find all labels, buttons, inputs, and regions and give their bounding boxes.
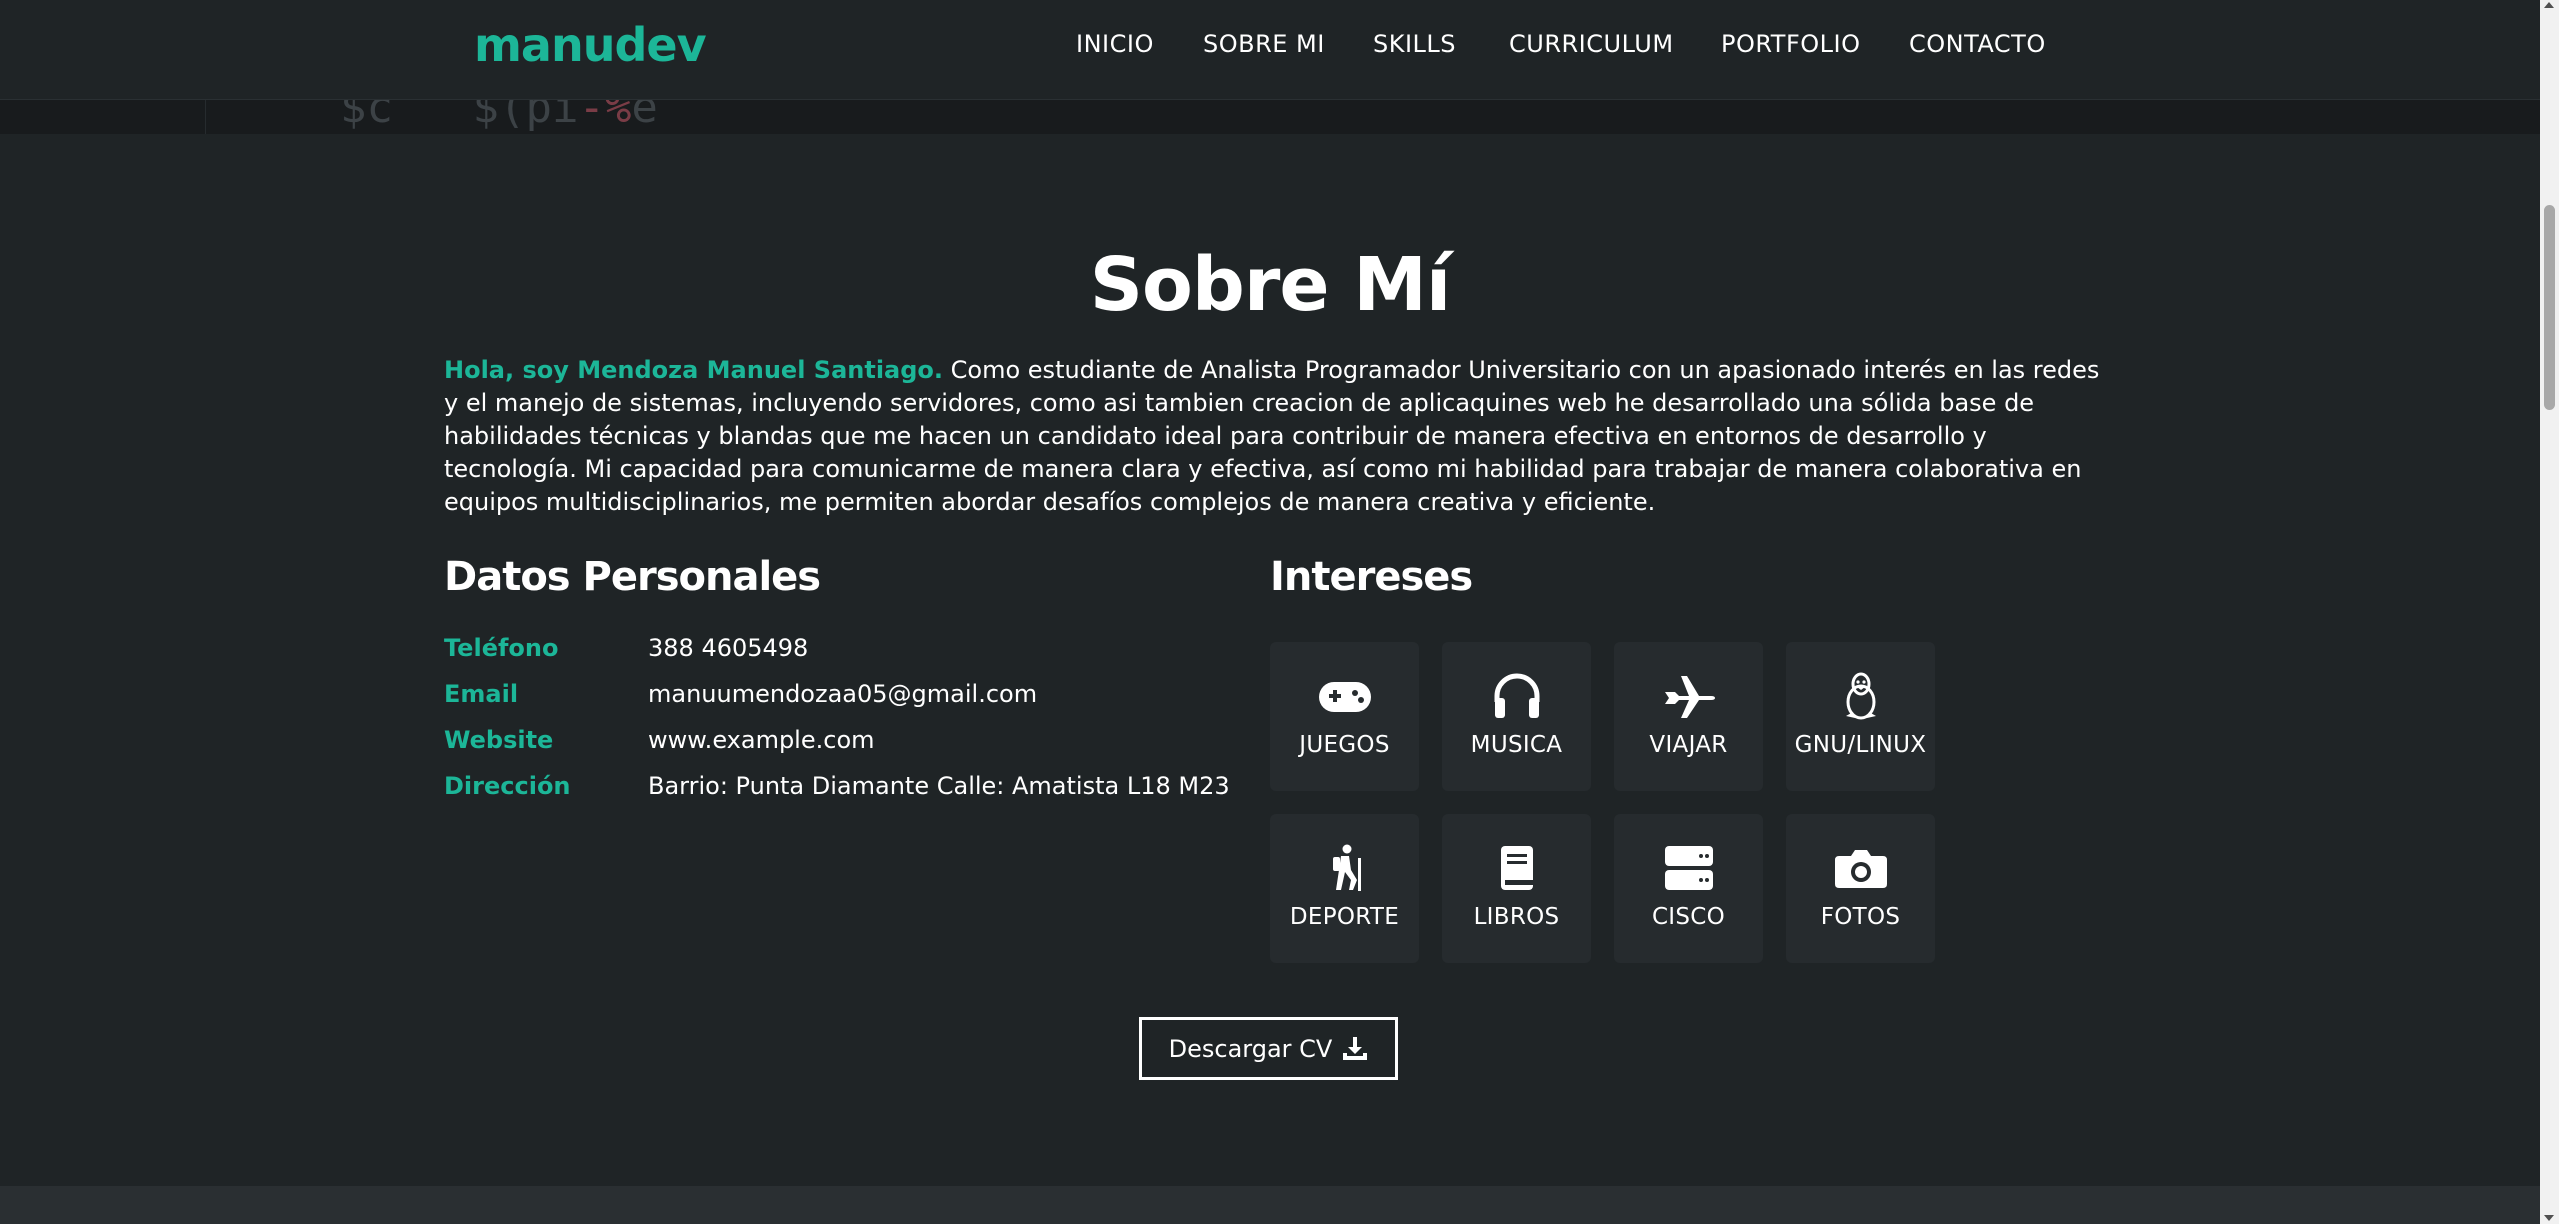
interest-label: DEPORTE xyxy=(1289,904,1400,930)
book-icon xyxy=(1500,846,1533,890)
hiking-icon xyxy=(1332,844,1361,891)
datos-personales-title: Datos Personales xyxy=(444,554,821,600)
data-key: Dirección xyxy=(444,772,571,800)
divider xyxy=(205,100,206,134)
nav-skills[interactable]: SKILLS xyxy=(1373,30,1456,58)
interest-viajar[interactable]: VIAJAR xyxy=(1614,642,1763,791)
nav-curriculum[interactable]: CURRICULUM xyxy=(1509,30,1674,58)
data-key: Email xyxy=(444,680,519,708)
nav-contacto[interactable]: CONTACTO xyxy=(1909,30,2046,58)
hero-code-text: $c $(pi-%e xyxy=(340,100,658,133)
interest-label: CISCO xyxy=(1651,904,1726,930)
camera-icon xyxy=(1834,850,1887,888)
interest-musica[interactable]: MUSICA xyxy=(1442,642,1591,791)
nav-inicio[interactable]: INICIO xyxy=(1076,30,1154,58)
scroll-up-arrow-icon[interactable] xyxy=(2544,2,2554,8)
logo[interactable]: manudev xyxy=(474,18,707,72)
next-section-band xyxy=(0,1186,2540,1224)
page-scrollbar[interactable] xyxy=(2540,0,2559,1224)
download-cv-button[interactable]: Descargar CV xyxy=(1139,1017,1398,1080)
interest-cisco[interactable]: CISCO xyxy=(1614,814,1763,963)
interest-gnu-linux[interactable]: GNU/LINUX xyxy=(1786,642,1935,791)
intereses-title: Intereses xyxy=(1270,554,1473,600)
scroll-down-arrow-icon[interactable] xyxy=(2544,1215,2554,1221)
nav-sobre-mi[interactable]: SOBRE MI xyxy=(1203,30,1325,58)
interest-label: LIBROS xyxy=(1473,904,1560,930)
plane-icon xyxy=(1664,676,1715,718)
data-key: Teléfono xyxy=(444,634,559,662)
headphones-icon xyxy=(1494,673,1539,718)
site-header: manudev INICIO SOBRE MI SKILLS CURRICULU… xyxy=(0,0,2540,100)
interest-label: FOTOS xyxy=(1820,904,1901,930)
data-value: Barrio: Punta Diamante Calle: Amatista L… xyxy=(648,772,1230,800)
gamepad-icon xyxy=(1318,682,1371,712)
interest-label: MUSICA xyxy=(1470,732,1563,758)
interest-deporte[interactable]: DEPORTE xyxy=(1270,814,1419,963)
nav-portfolio[interactable]: PORTFOLIO xyxy=(1721,30,1861,58)
about-section: Sobre Mí Hola, soy Mendoza Manuel Santia… xyxy=(0,134,2540,1186)
interest-label: VIAJAR xyxy=(1649,732,1728,758)
server-icon xyxy=(1664,846,1713,890)
linux-icon xyxy=(1845,672,1876,720)
interest-label: JUEGOS xyxy=(1299,732,1390,758)
download-cv-label: Descargar CV xyxy=(1168,1034,1333,1063)
intro-highlight: Hola, soy Mendoza Manuel Santiago. xyxy=(444,356,944,384)
data-value: www.example.com xyxy=(648,726,875,754)
hero-background-strip: $c $(pi-%e xyxy=(0,100,2540,134)
section-title: Sobre Mí xyxy=(1089,242,1452,328)
download-icon xyxy=(1343,1036,1368,1060)
intro-paragraph: Hola, soy Mendoza Manuel Santiago. Como … xyxy=(444,354,2104,519)
data-value: 388 4605498 xyxy=(648,634,809,662)
data-key: Website xyxy=(444,726,554,754)
scroll-thumb[interactable] xyxy=(2544,205,2555,410)
data-value: manuumendozaa05@gmail.com xyxy=(648,680,1038,708)
interest-libros[interactable]: LIBROS xyxy=(1442,814,1591,963)
interest-juegos[interactable]: JUEGOS xyxy=(1270,642,1419,791)
interest-label: GNU/LINUX xyxy=(1794,732,1927,758)
interest-fotos[interactable]: FOTOS xyxy=(1786,814,1935,963)
